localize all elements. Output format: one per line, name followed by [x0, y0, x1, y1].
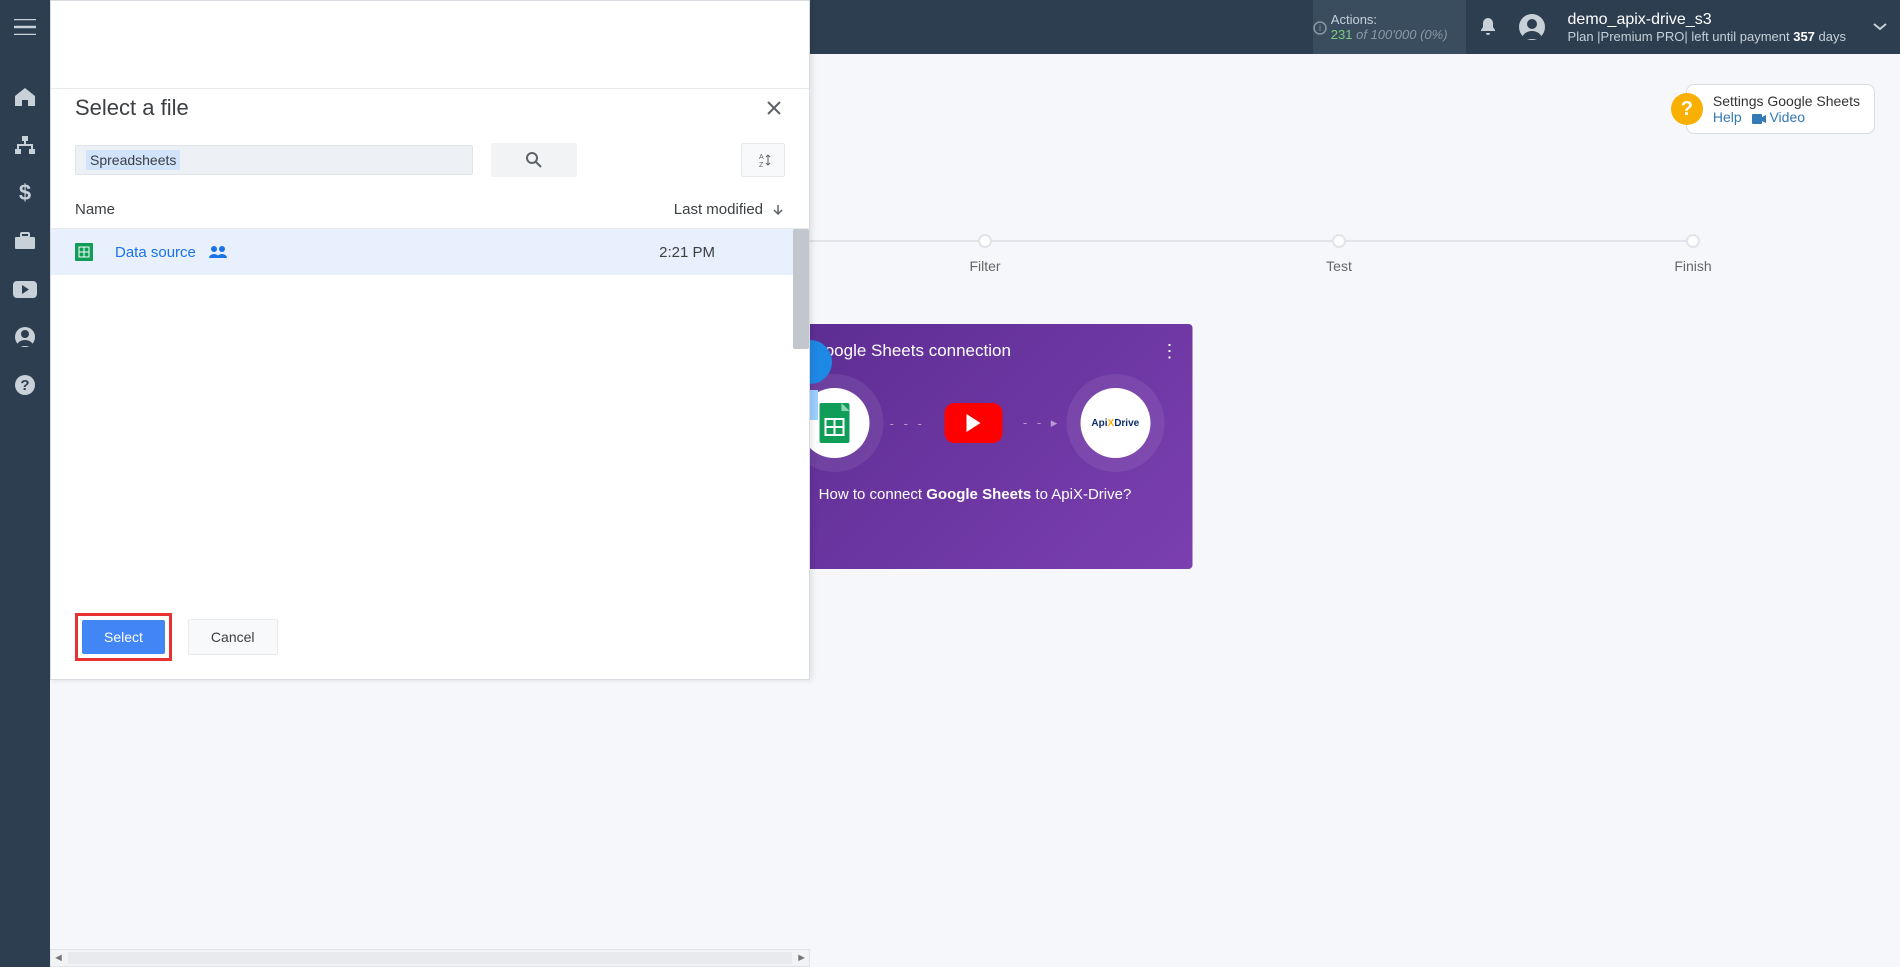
chevron-down-icon [1873, 23, 1887, 31]
sidebar-home[interactable] [12, 84, 38, 110]
arrow-dash-icon: - - ▸ [1023, 415, 1060, 431]
sitemap-icon [14, 135, 36, 155]
step-label: Test [1162, 258, 1516, 274]
camera-icon [1752, 114, 1766, 124]
scroll-left-icon[interactable]: ◄ [53, 952, 64, 964]
shared-icon [208, 245, 228, 259]
actions-count: 231 [1331, 27, 1353, 42]
notifications-button[interactable] [1466, 0, 1510, 54]
filter-chip[interactable]: Spreadsheets [75, 145, 473, 175]
file-time: 2:21 PM [659, 244, 785, 261]
sort-button[interactable]: AZ [741, 143, 785, 177]
bell-icon [1479, 17, 1497, 37]
sidebar-help[interactable]: ? [12, 372, 38, 398]
sheets-file-icon [75, 243, 93, 261]
actions-counter: i Actions: 231 of 100'000 (0%) [1313, 0, 1466, 54]
home-icon [14, 87, 36, 107]
col-modified[interactable]: Last modified [674, 201, 785, 218]
user-info: demo_apix-drive_s3 Plan |Premium PRO| le… [1554, 5, 1860, 50]
play-button[interactable] [945, 403, 1003, 443]
sidebar-youtube[interactable] [12, 276, 38, 302]
search-button[interactable] [491, 143, 577, 177]
col-name[interactable]: Name [75, 201, 674, 218]
video-link-text: Video [1769, 109, 1805, 125]
actions-of: of [1353, 27, 1371, 42]
svg-text:$: $ [19, 182, 31, 204]
svg-text:Z: Z [759, 162, 764, 168]
plan-suffix: days [1815, 29, 1846, 44]
file-row[interactable]: Data source 2:21 PM [51, 229, 809, 275]
close-button[interactable] [763, 97, 785, 119]
arrow-down-icon [771, 203, 785, 217]
scroll-right-icon[interactable]: ► [796, 952, 807, 964]
search-icon [525, 151, 543, 169]
picker-footer: Select Cancel [51, 594, 809, 679]
help-card: ? Settings Google Sheets Help Video [1686, 84, 1875, 134]
file-name: Data source [115, 244, 196, 261]
video-menu-icon[interactable]: ⋮ [1161, 341, 1179, 362]
step-label: Filter [808, 258, 1162, 274]
video-title: Google Sheets connection [812, 341, 1151, 361]
hamburger-menu[interactable] [0, 0, 50, 54]
file-picker-modal: Select a file Spreadsheets AZ Name Last … [50, 0, 810, 680]
step-finish[interactable]: Finish [1516, 234, 1870, 274]
scrollbar[interactable] [793, 229, 809, 349]
select-button-highlight: Select [75, 613, 172, 661]
user-icon [14, 326, 36, 348]
svg-text:?: ? [20, 377, 29, 394]
horizontal-scrollbar[interactable]: ◄ ► [50, 949, 810, 967]
sidebar-connections[interactable] [12, 132, 38, 158]
actions-pct: (0%) [1420, 27, 1447, 42]
briefcase-icon [14, 232, 36, 250]
blue-stripe [810, 390, 818, 420]
user-name: demo_apix-drive_s3 [1568, 11, 1846, 29]
sidebar-billing[interactable]: $ [12, 180, 38, 206]
apix-circle-icon: ApiXDrive [1080, 388, 1150, 458]
help-link[interactable]: Help [1713, 109, 1742, 125]
plan-days: 357 [1793, 29, 1815, 44]
help-title: Settings Google Sheets [1713, 93, 1860, 109]
select-button[interactable]: Select [82, 620, 165, 654]
columns-header: Name Last modified [51, 191, 809, 229]
dash-icon: - - - [890, 416, 925, 431]
file-list: Data source 2:21 PM [51, 229, 809, 594]
svg-text:i: i [1319, 23, 1321, 33]
plan-mid: | left until payment [1684, 29, 1793, 44]
sort-icon: AZ [754, 152, 772, 168]
sidebar-account[interactable] [12, 324, 38, 350]
picker-top-spacer [51, 1, 809, 89]
col-modified-label: Last modified [674, 201, 763, 218]
actions-total: 100'000 [1371, 27, 1417, 42]
video-link[interactable]: Video [1752, 109, 1805, 125]
plan-name: Premium PRO [1601, 29, 1685, 44]
dollar-icon: $ [18, 182, 32, 204]
question-icon: ? [14, 374, 36, 396]
svg-text:A: A [759, 154, 764, 161]
filter-chip-text: Spreadsheets [86, 150, 180, 170]
info-icon: i [1313, 21, 1327, 35]
hamburger-icon [14, 19, 36, 35]
close-icon [767, 101, 781, 115]
left-sidebar: $ ? [0, 54, 50, 967]
play-icon [965, 413, 983, 433]
sidebar-toolbox[interactable] [12, 228, 38, 254]
picker-title: Select a file [75, 95, 763, 121]
video-body: - - - - - ▸ ApiXDrive [758, 378, 1193, 468]
user-avatar[interactable] [1510, 0, 1554, 54]
expand-button[interactable] [1860, 23, 1900, 31]
youtube-icon [13, 281, 37, 298]
avatar-icon [1518, 13, 1546, 41]
step-label: Finish [1516, 258, 1870, 274]
video-footer: How to connect Google Sheets to ApiX-Dri… [758, 468, 1193, 503]
plan-prefix: Plan | [1568, 29, 1601, 44]
cancel-button[interactable]: Cancel [188, 619, 278, 655]
actions-label: Actions: [1331, 12, 1448, 27]
help-badge-icon: ? [1671, 93, 1703, 125]
